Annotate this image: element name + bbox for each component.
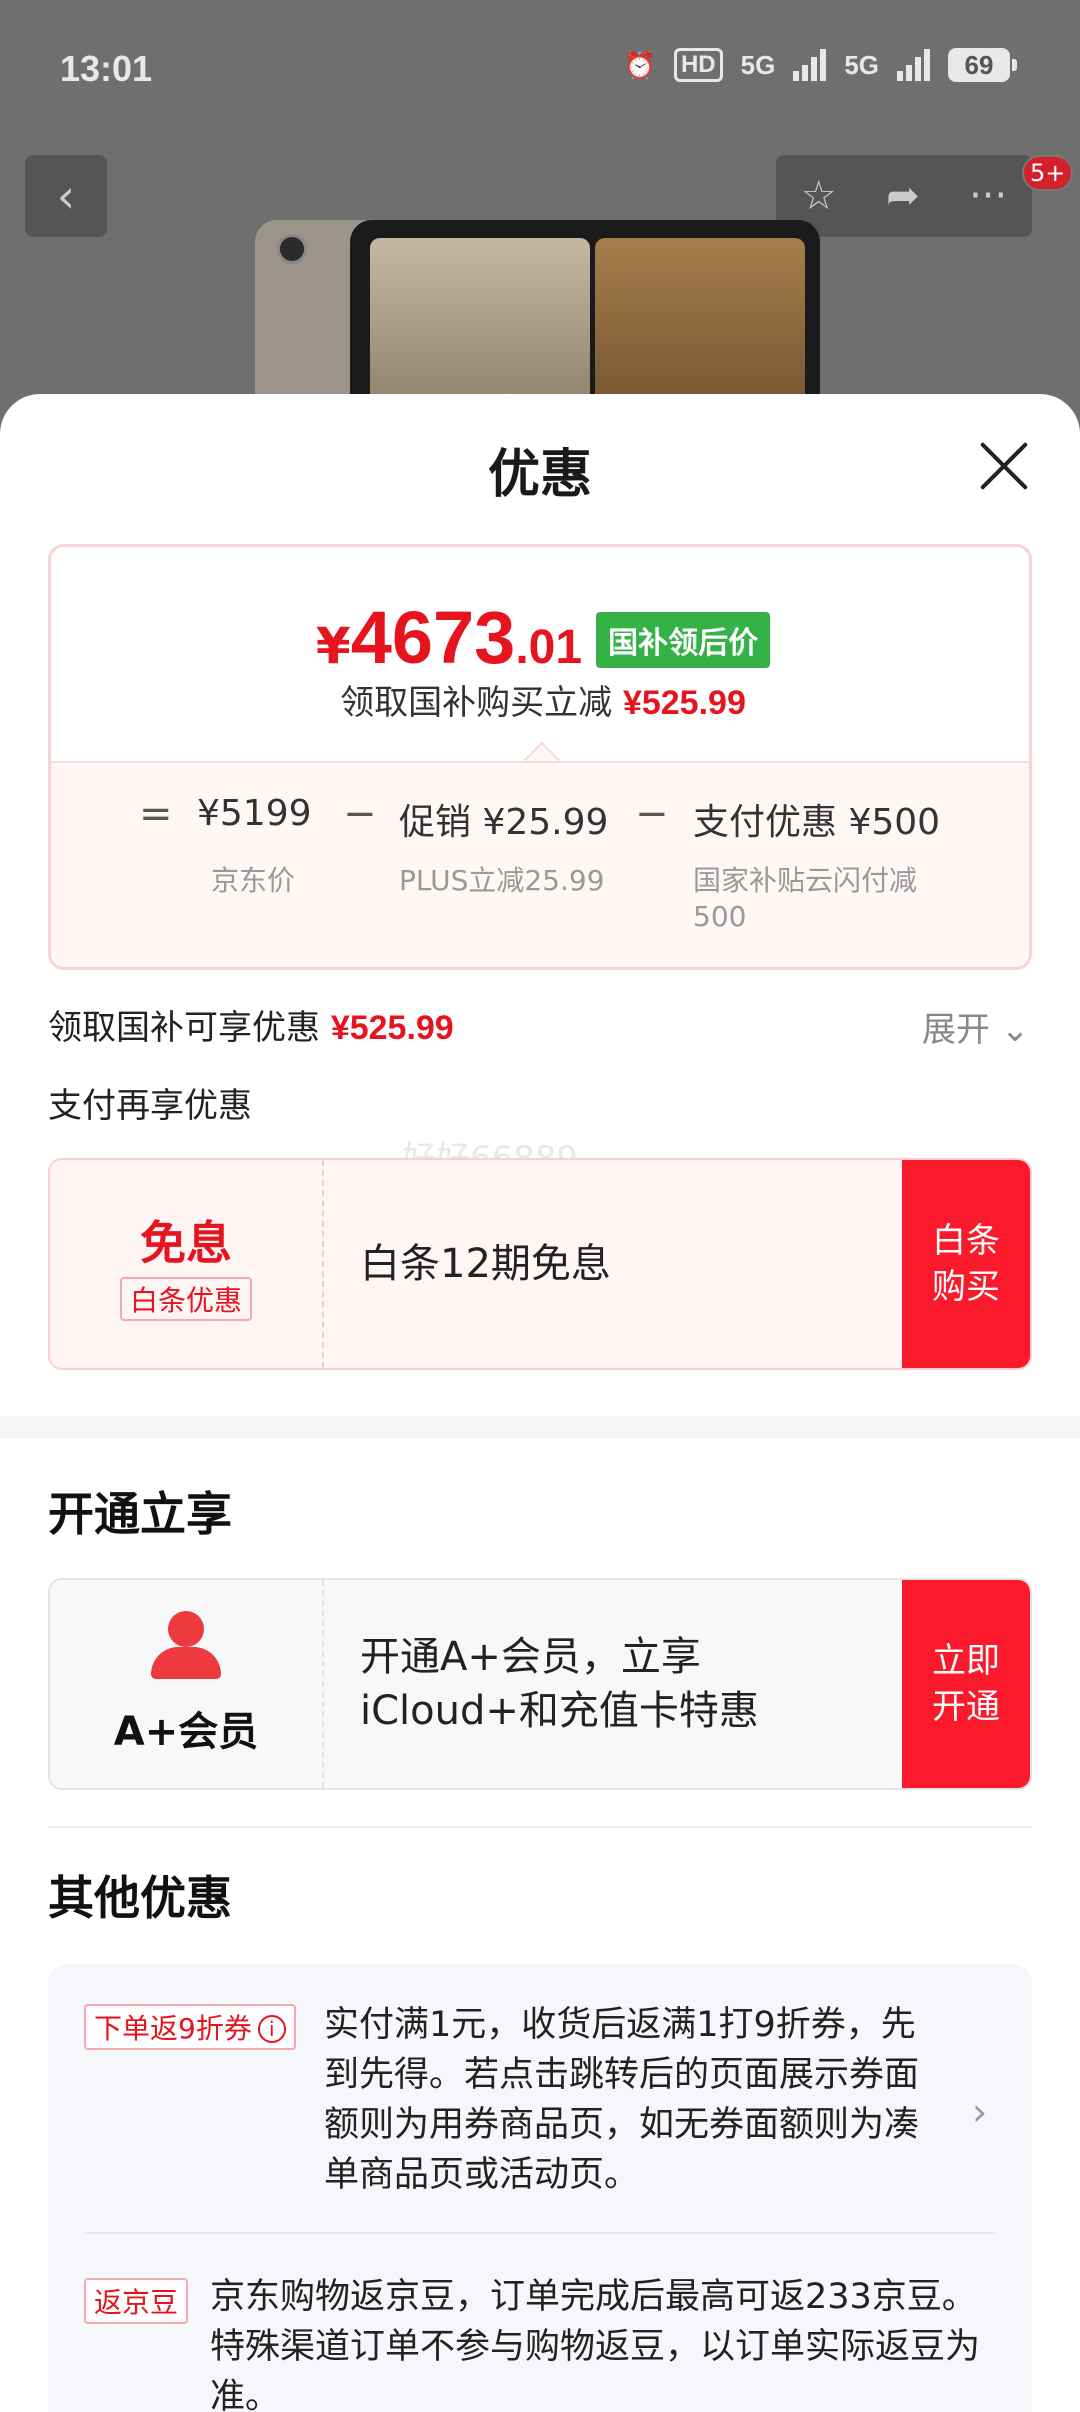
baitiao-buy-label: 白条购买 [932,1221,1000,1307]
sheet-title: 优惠 [487,445,592,505]
price-integer: 4673 [350,596,516,679]
more-icon[interactable]: ··· [969,173,1007,219]
member-icon [151,1611,221,1681]
camera-icon [277,234,307,264]
signal-icon [793,49,827,81]
alarm-icon: ⏰ [623,49,656,80]
discount-sheet: 优惠 ¥ 4673 .01 国补领后价 领取国补购买立减 ¥525.99 = ¥… [0,394,1080,2412]
rebate-coupon-text: 实付满1元，收货后返满1打9折券，先到先得。若点击跳转后的页面展示券面额则为用券… [324,2005,920,2195]
baitiao-offer-title: 免息 [140,1216,232,1270]
price-subtitle-text: 领取国补购买立减 [340,683,613,723]
status-time: 13:01 [60,48,153,89]
divider [84,2232,996,2234]
baitiao-offer-left: 免息 白条优惠 [50,1160,324,1368]
price-decimal: .01 [515,621,583,674]
jd-bean-tag: 返京豆 [84,2278,189,2324]
pay-discount-note: 国家补贴云闪付减500 [693,864,918,933]
jd-price-value: ¥5199 [197,793,312,834]
chevron-left-icon: ‹ [56,169,76,223]
baitiao-offer-desc: 白条12期免息 [360,1241,611,1287]
promo-note: PLUS立减25.99 [399,864,605,897]
gov-subsidy-amount: ¥525.99 [330,1009,454,1047]
message-badge: 5+ [1022,155,1074,191]
gov-subsidy-row: 领取国补可享优惠 ¥525.99 [48,1000,454,1049]
final-price: ¥ 4673 .01 国补领后价 [51,595,1029,680]
minus-sign: − [343,791,377,837]
status-icons: ⏰ HD 5G 5G 69 [623,48,1017,82]
expand-button[interactable]: 展开 ⌄ [922,1002,1029,1051]
expand-label: 展开 [922,1010,990,1050]
pay-more-label: 支付再享优惠 [48,1086,252,1126]
price-card: ¥ 4673 .01 国补领后价 领取国补购买立减 ¥525.99 = ¥519… [48,544,1032,970]
network-label-2: 5G [844,49,879,80]
price-tag: 国补领后价 [596,612,771,668]
equals-sign: = [139,791,173,837]
back-button[interactable]: ‹ [25,155,107,237]
other-section-title: 其他优惠 [48,1871,232,1925]
rebate-coupon-tag-label: 下单返9折券 [94,2012,252,2045]
star-icon[interactable]: ☆ [801,173,837,219]
jd-bean-text: 京东购物返京豆，订单完成后最高可返233京豆。特殊渠道订单不参与购物返豆，以订单… [210,2277,981,2412]
minus-sign: − [635,791,669,837]
member-desc-line1: 开通A+会员，立享 [360,1634,701,1680]
open-member-label: 立即开通 [932,1641,1000,1727]
battery-icon: 69 [948,48,1017,82]
price-breakdown: = ¥5199 京东价 − 促销 ¥25.99 PLUS立减25.99 − 支付… [51,761,1029,967]
rebate-coupon-tag[interactable]: 下单返9折券 i [84,2004,296,2050]
gov-subsidy-label: 领取国补可享优惠 [48,1008,320,1048]
network-label-1: 5G [740,49,776,80]
status-bar: 13:01 ⏰ HD 5G 5G 69 [0,0,1080,140]
chevron-down-icon: ⌄ [1000,1010,1030,1050]
baitiao-offer-card[interactable]: 免息 白条优惠 白条12期免息 白条购买 [48,1158,1032,1370]
member-offer-desc: 开通A+会员，立享 iCloud+和充值卡特惠 [324,1580,902,1788]
signal-icon [897,49,930,81]
member-offer-card[interactable]: A+会员 开通A+会员，立享 iCloud+和充值卡特惠 立即开通 [48,1578,1032,1790]
price-subtitle: 领取国补购买立减 ¥525.99 [51,675,1029,724]
divider [48,1826,1032,1828]
member-offer-left: A+会员 [50,1580,324,1788]
jd-price-note: 京东价 [211,864,296,897]
close-icon[interactable] [976,438,1032,494]
info-icon[interactable]: i [257,2015,286,2043]
chevron-right-icon[interactable]: › [972,2090,987,2134]
open-member-button[interactable]: 立即开通 [902,1580,1030,1788]
hd-icon: HD [673,48,723,82]
pay-discount-value: 支付优惠 ¥500 [693,802,941,843]
price-currency: ¥ [315,617,351,675]
promo-value: 促销 ¥25.99 [399,802,609,843]
price-subtitle-amount: ¥525.99 [622,684,746,722]
baitiao-offer-tag: 白条优惠 [119,1277,252,1321]
member-name: A+会员 [113,1709,259,1755]
share-icon[interactable]: ➦ [886,173,920,219]
baitiao-buy-button[interactable]: 白条购买 [902,1160,1030,1368]
member-desc-line2: iCloud+和充值卡特惠 [360,1688,759,1734]
other-offers-box: 下单返9折券 i 实付满1元，收货后返满1打9折券，先到先得。若点击跳转后的页面展… [48,1964,1032,2412]
section-divider [0,1416,1080,1438]
open-section-title: 开通立享 [48,1487,232,1541]
